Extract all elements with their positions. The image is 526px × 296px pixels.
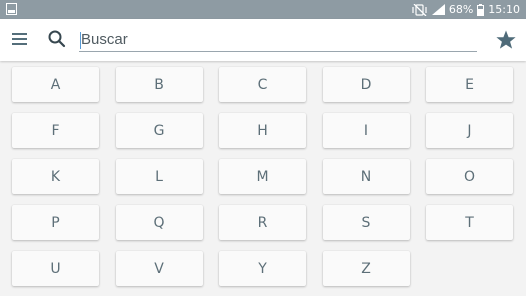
letter-button-g[interactable]: G: [115, 113, 203, 148]
letter-button-e[interactable]: E: [426, 67, 513, 102]
letter-button-c[interactable]: C: [219, 67, 306, 102]
status-bar: 68% 15:10: [0, 0, 526, 19]
letter-button-y[interactable]: Y: [219, 251, 306, 286]
letter-button-l[interactable]: L: [115, 159, 203, 194]
letter-button-z[interactable]: Z: [322, 251, 410, 286]
letter-button-m[interactable]: M: [219, 159, 306, 194]
letter-button-p[interactable]: P: [12, 205, 99, 240]
letter-button-v[interactable]: V: [115, 251, 203, 286]
letter-button-i[interactable]: I: [322, 113, 410, 148]
clock: 15:10: [488, 3, 520, 16]
letter-button-j[interactable]: J: [426, 113, 513, 148]
letter-button-h[interactable]: H: [219, 113, 306, 148]
letter-grid: ABCDE FGHIJ KLMNO PQRST UVYZ: [12, 67, 515, 286]
battery-icon: [477, 3, 485, 16]
letter-button-o[interactable]: O: [426, 159, 513, 194]
hamburger-menu-icon[interactable]: [10, 31, 32, 49]
battery-percent: 68%: [448, 3, 474, 16]
star-icon[interactable]: [494, 28, 518, 52]
letter-button-r[interactable]: R: [219, 205, 306, 240]
text-cursor: [80, 32, 81, 49]
screenshot-icon: [6, 3, 17, 15]
letter-button-q[interactable]: Q: [115, 205, 203, 240]
search-toolbar: [0, 19, 526, 61]
letter-button-f[interactable]: F: [12, 113, 99, 148]
letter-button-d[interactable]: D: [322, 67, 410, 102]
letter-button-a[interactable]: A: [12, 67, 99, 102]
status-icons: 68% 15:10: [412, 0, 520, 19]
letter-button-k[interactable]: K: [12, 159, 99, 194]
search-input[interactable]: [79, 28, 477, 52]
letter-button-b[interactable]: B: [115, 67, 203, 102]
letter-button-s[interactable]: S: [322, 205, 410, 240]
letter-button-u[interactable]: U: [12, 251, 99, 286]
mute-vibrate-icon: [412, 3, 428, 16]
signal-icon: [431, 4, 445, 15]
search-icon: [47, 29, 67, 49]
letter-button-t[interactable]: T: [426, 205, 513, 240]
letter-button-n[interactable]: N: [322, 159, 410, 194]
